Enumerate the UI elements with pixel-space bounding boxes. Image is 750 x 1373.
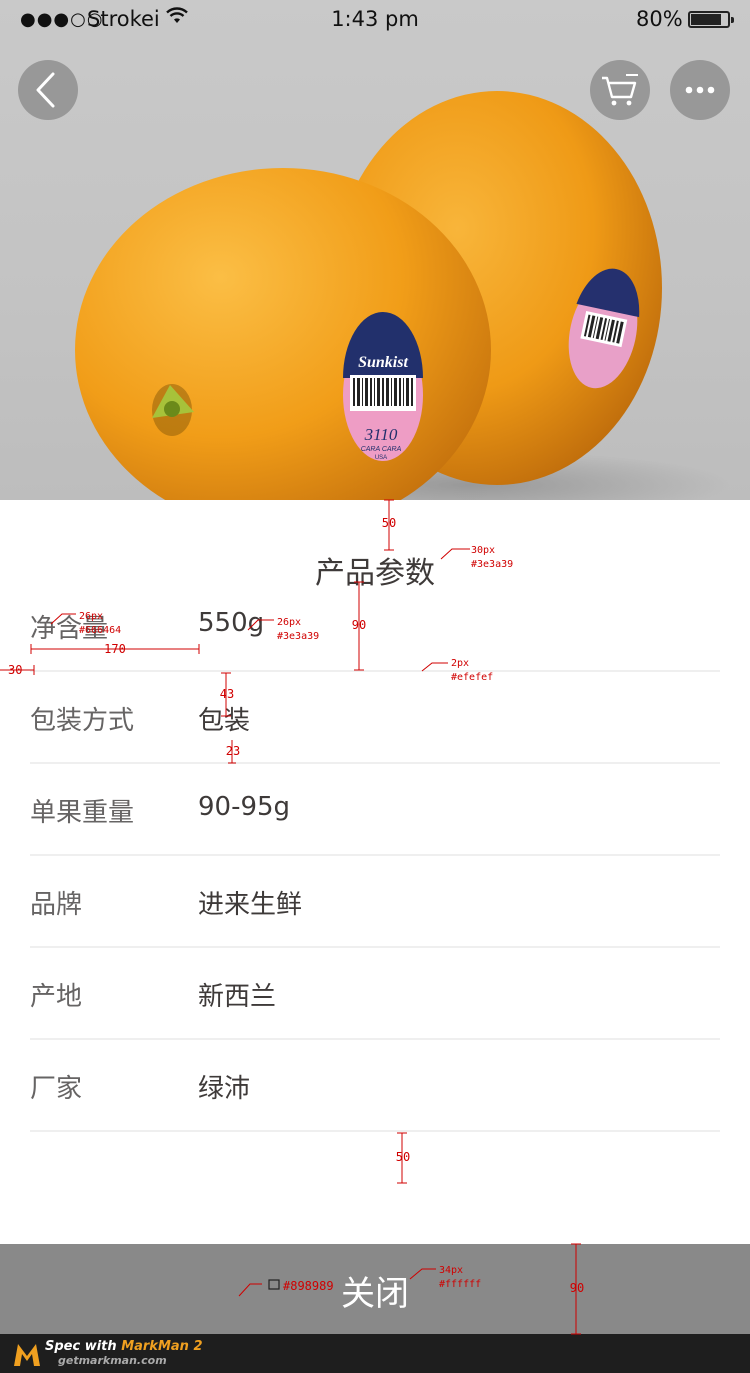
label-variety: CARA CARA: [361, 446, 402, 453]
battery-icon: [688, 11, 734, 28]
product-params-sheet: 产品参数 净含量 550g 包装方式 包装 单果重量 90-95g 品牌 进来生…: [0, 500, 750, 1244]
footer-url: getmarkman.com: [58, 1354, 167, 1367]
param-value: 包装: [198, 706, 251, 736]
footer-tagline: Spec with MarkMan 2: [45, 1339, 203, 1354]
cart-button[interactable]: [590, 60, 650, 120]
markman-footer: Spec with MarkMan 2 getmarkman.com: [0, 1334, 750, 1373]
back-button[interactable]: [18, 60, 78, 120]
footer-prefix: Spec with: [45, 1339, 117, 1354]
battery-percent: 80%: [636, 7, 683, 31]
footer-brand: MarkMan 2: [121, 1339, 203, 1354]
label-code: 3110: [364, 425, 398, 444]
param-value: 绿沛: [198, 1074, 251, 1104]
param-label: 品牌: [30, 890, 83, 920]
param-row-manufacturer: 厂家 绿沛: [30, 1040, 720, 1132]
label-brand: Sunkist: [358, 354, 408, 371]
param-row-net-weight: 净含量 550g: [30, 580, 720, 672]
param-value: 90-95g: [198, 792, 291, 822]
param-label: 产地: [30, 982, 83, 1012]
more-icon: [685, 86, 715, 94]
param-row-packaging: 包装方式 包装: [30, 672, 720, 764]
param-value: 新西兰: [198, 982, 277, 1012]
param-label: 单果重量: [30, 798, 135, 828]
status-bar: ●●●○○ Strokei 1:43 pm 80%: [0, 0, 750, 40]
cart-icon: [602, 74, 638, 106]
back-icon: [36, 72, 55, 108]
param-row-brand: 品牌 进来生鲜: [30, 856, 720, 948]
param-row-origin: 产地 新西兰: [30, 948, 720, 1040]
param-label: 净含量: [30, 614, 109, 644]
param-label: 厂家: [30, 1074, 83, 1104]
param-value: 进来生鲜: [198, 890, 303, 920]
param-row-unit-weight: 单果重量 90-95g: [30, 764, 720, 856]
param-label: 包装方式: [30, 706, 135, 736]
param-value: 550g: [198, 608, 265, 638]
fruit-label: Sunkist 3110 CARA CARA USA: [343, 312, 423, 461]
close-button-label: 关闭: [341, 1274, 409, 1314]
markman-logo-icon: [14, 1344, 40, 1366]
product-image: Sunkist 3110 CARA CARA USA ●●●○○ Strokei…: [0, 0, 750, 500]
close-button[interactable]: 关闭: [0, 1244, 750, 1334]
label-origin: USA: [375, 455, 387, 461]
more-button[interactable]: [670, 60, 730, 120]
